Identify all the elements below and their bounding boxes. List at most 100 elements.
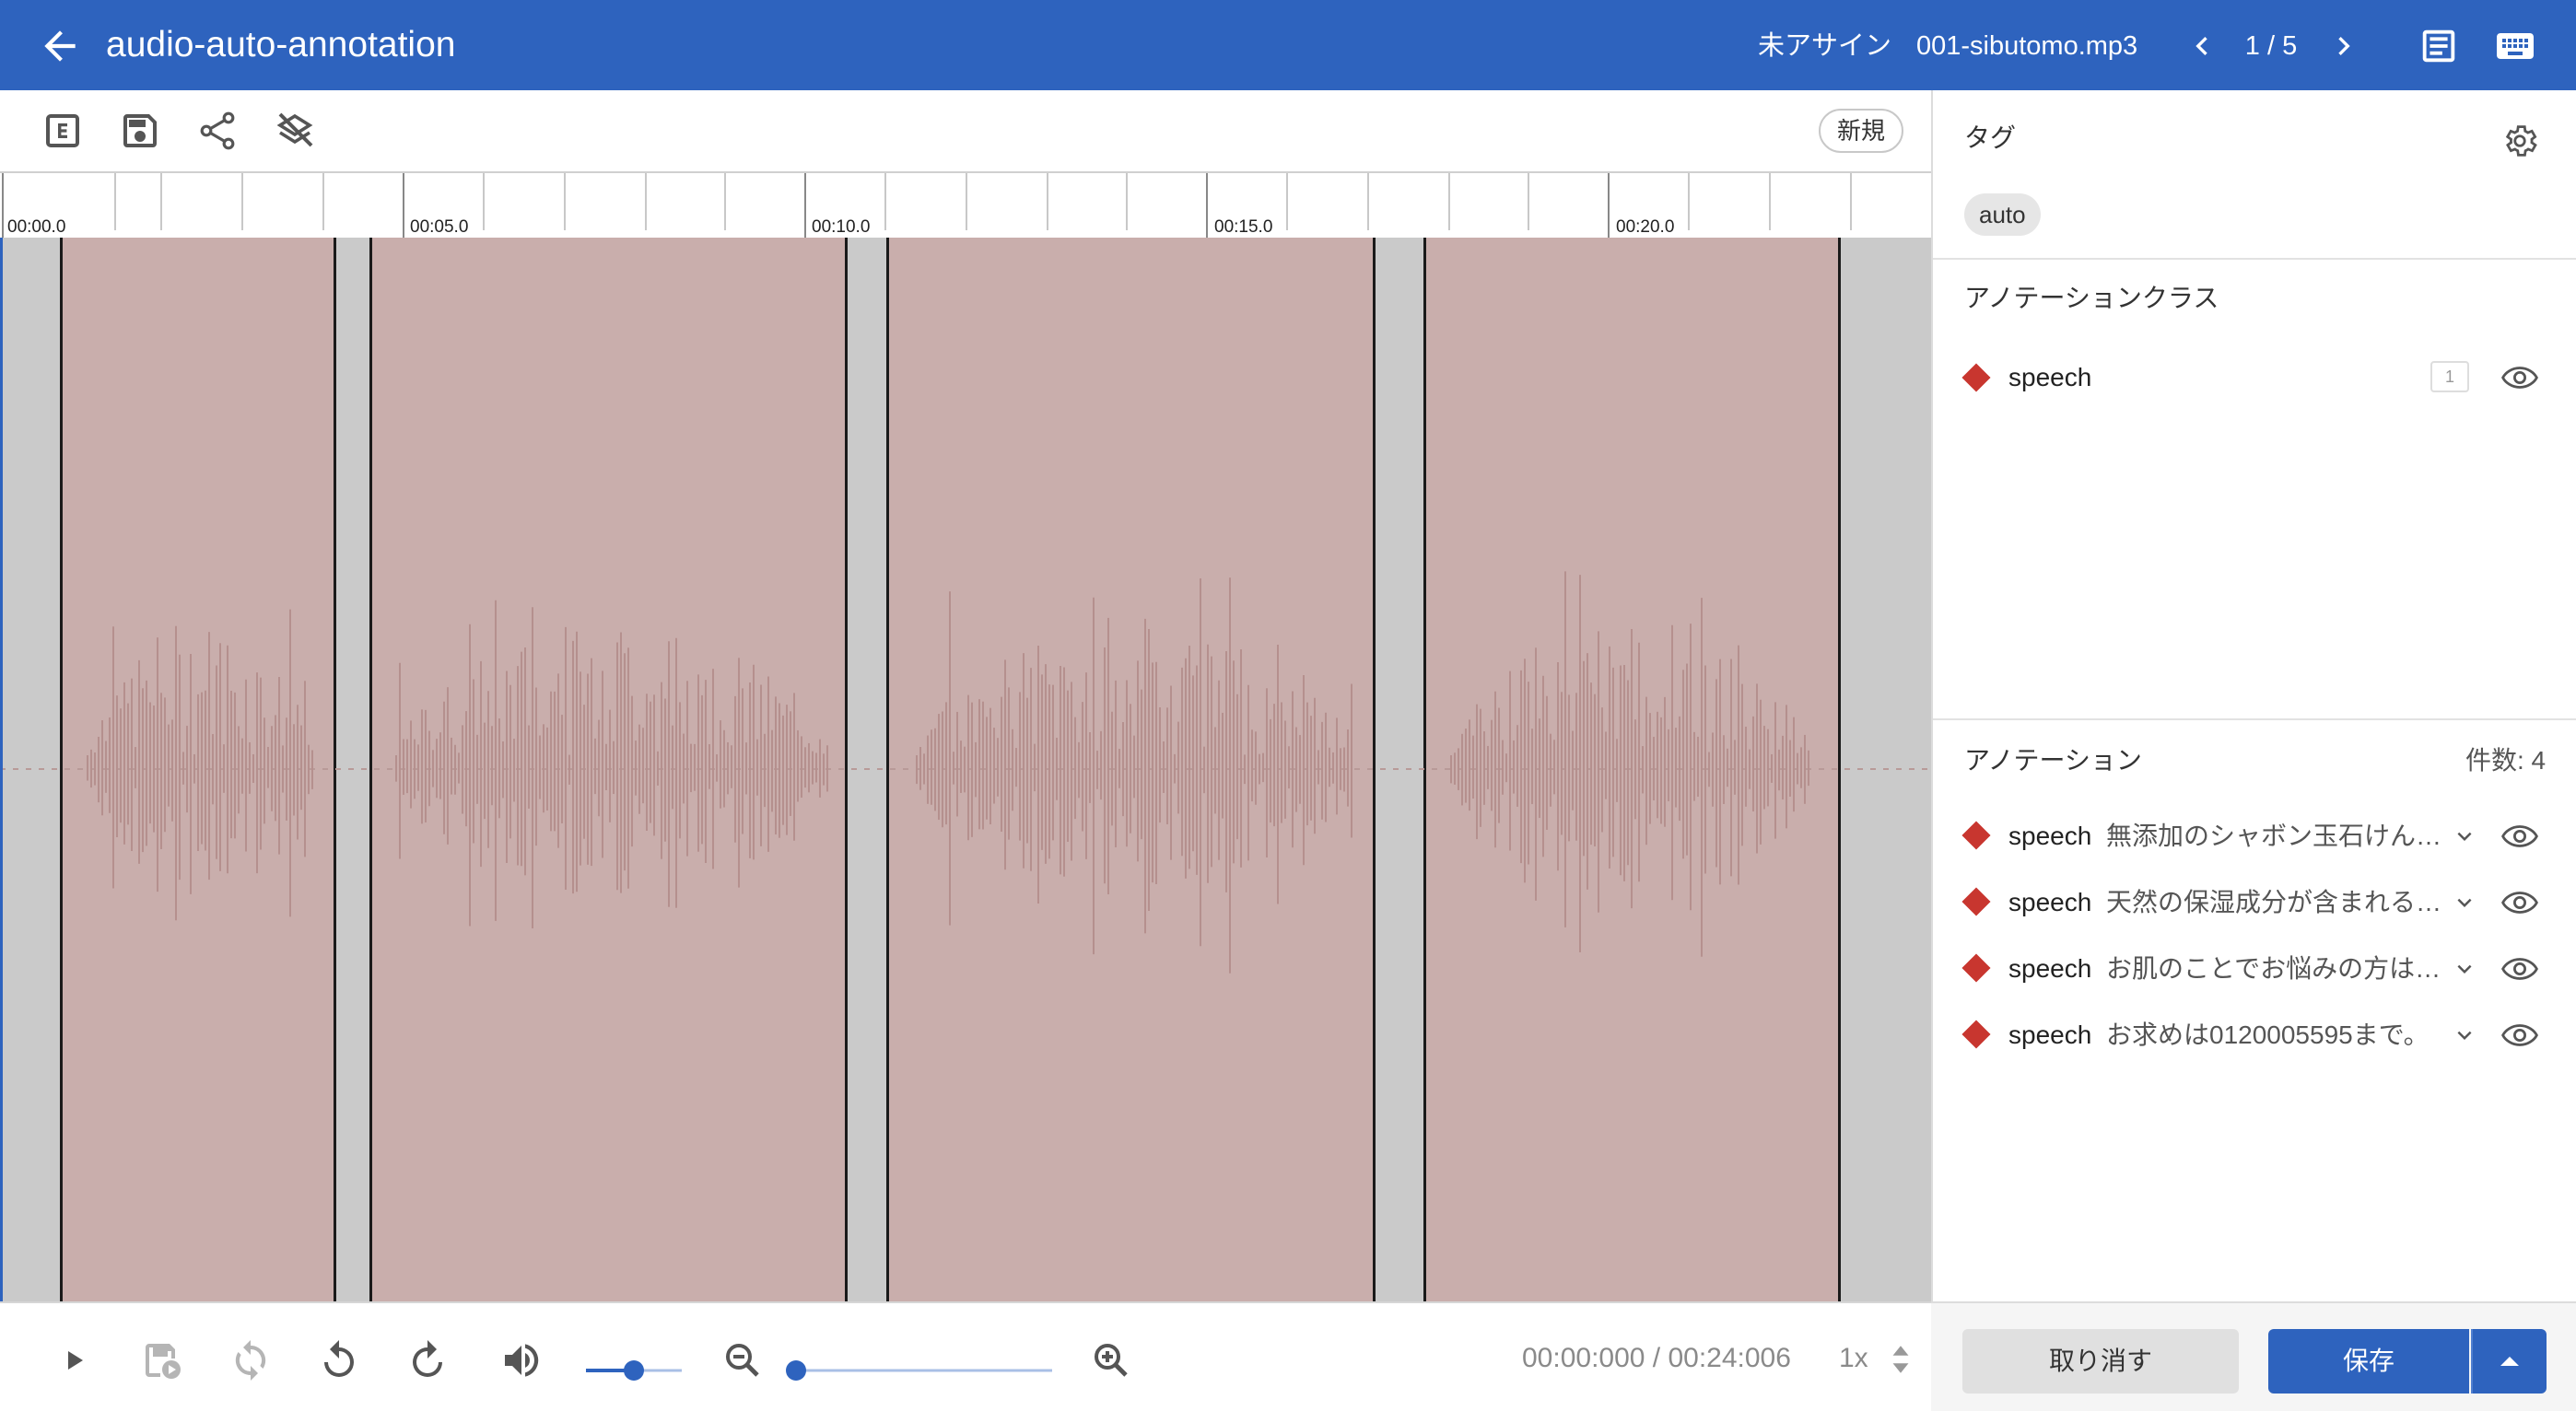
ruler-tick — [114, 173, 116, 230]
annotation-label: speech — [2008, 888, 2092, 916]
save-button[interactable]: 保存 — [2268, 1329, 2469, 1394]
arrow-left-icon[interactable] — [37, 23, 83, 69]
playhead[interactable] — [0, 238, 3, 1301]
editor-toolbar: 新規 — [0, 90, 1931, 173]
slider-knob[interactable] — [624, 1360, 644, 1381]
play-icon[interactable] — [52, 1338, 96, 1382]
eye-icon[interactable] — [2500, 952, 2539, 985]
volume-icon[interactable] — [499, 1338, 544, 1382]
share-icon[interactable] — [195, 109, 240, 153]
playback-rate: 1x — [1839, 1343, 1868, 1373]
chevron-down-icon[interactable] — [2451, 889, 2478, 916]
ruler-label: 00:10.0 — [812, 217, 871, 237]
rate-spinner-icon[interactable] — [1889, 1342, 1913, 1377]
assign-status: 未アサイン — [1758, 31, 1892, 61]
annotation-color-marker — [1961, 821, 1991, 850]
rewind-icon[interactable] — [317, 1338, 361, 1382]
annotation-color-marker — [1961, 887, 1991, 916]
time-display: 00:00:000 / 00:24:006 — [1522, 1343, 1791, 1373]
eye-icon[interactable] — [2500, 1019, 2539, 1052]
app-header: audio-auto-annotation 未アサイン 001-sibutomo… — [0, 0, 2576, 90]
slider-knob[interactable] — [786, 1360, 806, 1381]
save-icon[interactable] — [118, 109, 162, 153]
ruler-tick — [1367, 173, 1369, 230]
ruler-label: 00:20.0 — [1616, 217, 1675, 237]
action-footer: 取り消す 保存 — [1931, 1301, 2576, 1411]
annotation-row[interactable]: speech お肌のことでお悩みの方は… — [1933, 945, 2576, 995]
waveform — [0, 571, 1931, 974]
ruler-tick — [1769, 173, 1771, 230]
file-name: 001-sibutomo.mp3 — [1916, 31, 2138, 61]
volume-slider[interactable] — [575, 1357, 693, 1384]
tags-title: タグ — [1964, 123, 2017, 152]
annotation-text: お肌のことでお悩みの方は… — [2106, 954, 2441, 983]
ruler-tick — [322, 173, 324, 230]
ruler-tick — [1688, 173, 1690, 230]
ruler-tick — [1608, 173, 1610, 238]
ruler-tick — [2, 173, 4, 238]
edit-square-icon[interactable] — [41, 109, 85, 153]
zoom-slider[interactable] — [785, 1357, 1063, 1384]
eye-icon[interactable] — [2500, 361, 2539, 394]
annotation-label: speech — [2008, 1020, 2092, 1049]
gear-icon[interactable] — [2500, 122, 2539, 160]
annotation-text: お求めは0120005595まで。 — [2106, 1020, 2430, 1049]
annotation-text: 天然の保湿成分が含まれる… — [2106, 888, 2441, 916]
ruler-tick — [884, 173, 886, 230]
side-panel: タグ auto アノテーションクラス speech 1 アノテーション 件数: … — [1931, 90, 2576, 1409]
ruler-tick — [1206, 173, 1208, 238]
class-count-badge: 1 — [2430, 361, 2469, 392]
ruler-tick — [1286, 173, 1288, 230]
annotation-row[interactable]: speech 天然の保湿成分が含まれる… — [1933, 879, 2576, 928]
forward-icon[interactable] — [405, 1338, 450, 1382]
chevron-down-icon[interactable] — [2451, 955, 2478, 983]
annotation-row[interactable]: speech 無添加のシャボン玉石けん… — [1933, 812, 2576, 862]
ruler-label: 00:00.0 — [7, 217, 66, 237]
eye-icon[interactable] — [2500, 820, 2539, 853]
timeline-ruler[interactable]: 00:00.0 00:05.0 00:10.0 00:15.0 00:20.0 — [0, 173, 1931, 239]
chevron-left-icon[interactable] — [2184, 26, 2220, 66]
chevron-right-icon[interactable] — [2325, 26, 2362, 66]
cancel-button[interactable]: 取り消す — [1962, 1329, 2239, 1394]
ruler-tick — [1047, 173, 1048, 230]
ruler-tick — [966, 173, 967, 230]
ruler-tick — [1126, 173, 1128, 230]
chevron-down-icon[interactable] — [2451, 1021, 2478, 1049]
ruler-tick — [403, 173, 404, 238]
annotations-count: 件数: 4 — [2465, 746, 2547, 775]
player-controls: 00:00:000 / 00:24:006 1x — [0, 1301, 1931, 1411]
ruler-tick — [241, 173, 243, 230]
annotation-row[interactable]: speech お求めは0120005595まで。 — [1933, 1011, 2576, 1061]
annotation-color-marker — [1961, 1020, 1991, 1049]
ruler-tick — [804, 173, 806, 238]
waveform-area[interactable] — [0, 238, 1931, 1301]
play-region-icon[interactable] — [140, 1338, 184, 1382]
annotation-label: speech — [2008, 822, 2092, 850]
eye-icon[interactable] — [2500, 886, 2539, 919]
tag-chip[interactable]: auto — [1964, 193, 2041, 236]
chevron-down-icon[interactable] — [2451, 822, 2478, 850]
ruler-tick — [564, 173, 566, 230]
ruler-tick — [1448, 173, 1450, 230]
ruler-tick — [483, 173, 485, 230]
layers-off-icon[interactable] — [273, 109, 317, 153]
new-button[interactable]: 新規 — [1819, 109, 1904, 153]
annotation-label: speech — [2008, 954, 2092, 983]
ruler-tick — [724, 173, 726, 230]
ruler-label: 00:15.0 — [1214, 217, 1273, 237]
class-name[interactable]: speech — [2008, 361, 2091, 394]
zoom-out-icon[interactable] — [720, 1338, 765, 1382]
divider — [1933, 258, 2576, 260]
page-indicator: 1 / 5 — [2244, 31, 2298, 61]
document-list-icon[interactable] — [2418, 24, 2460, 68]
app-title: audio-auto-annotation — [106, 25, 456, 64]
ruler-tick — [645, 173, 647, 230]
zoom-in-icon[interactable] — [1089, 1338, 1133, 1382]
loop-icon[interactable] — [228, 1338, 273, 1382]
annotation-class-title: アノテーションクラス — [1964, 284, 2219, 312]
ruler-tick — [1850, 173, 1852, 230]
keyboard-icon[interactable] — [2491, 24, 2539, 68]
annotation-text: 無添加のシャボン玉石けん… — [2106, 822, 2441, 850]
ruler-tick — [160, 173, 162, 230]
caret-up-icon[interactable] — [2471, 1329, 2547, 1394]
